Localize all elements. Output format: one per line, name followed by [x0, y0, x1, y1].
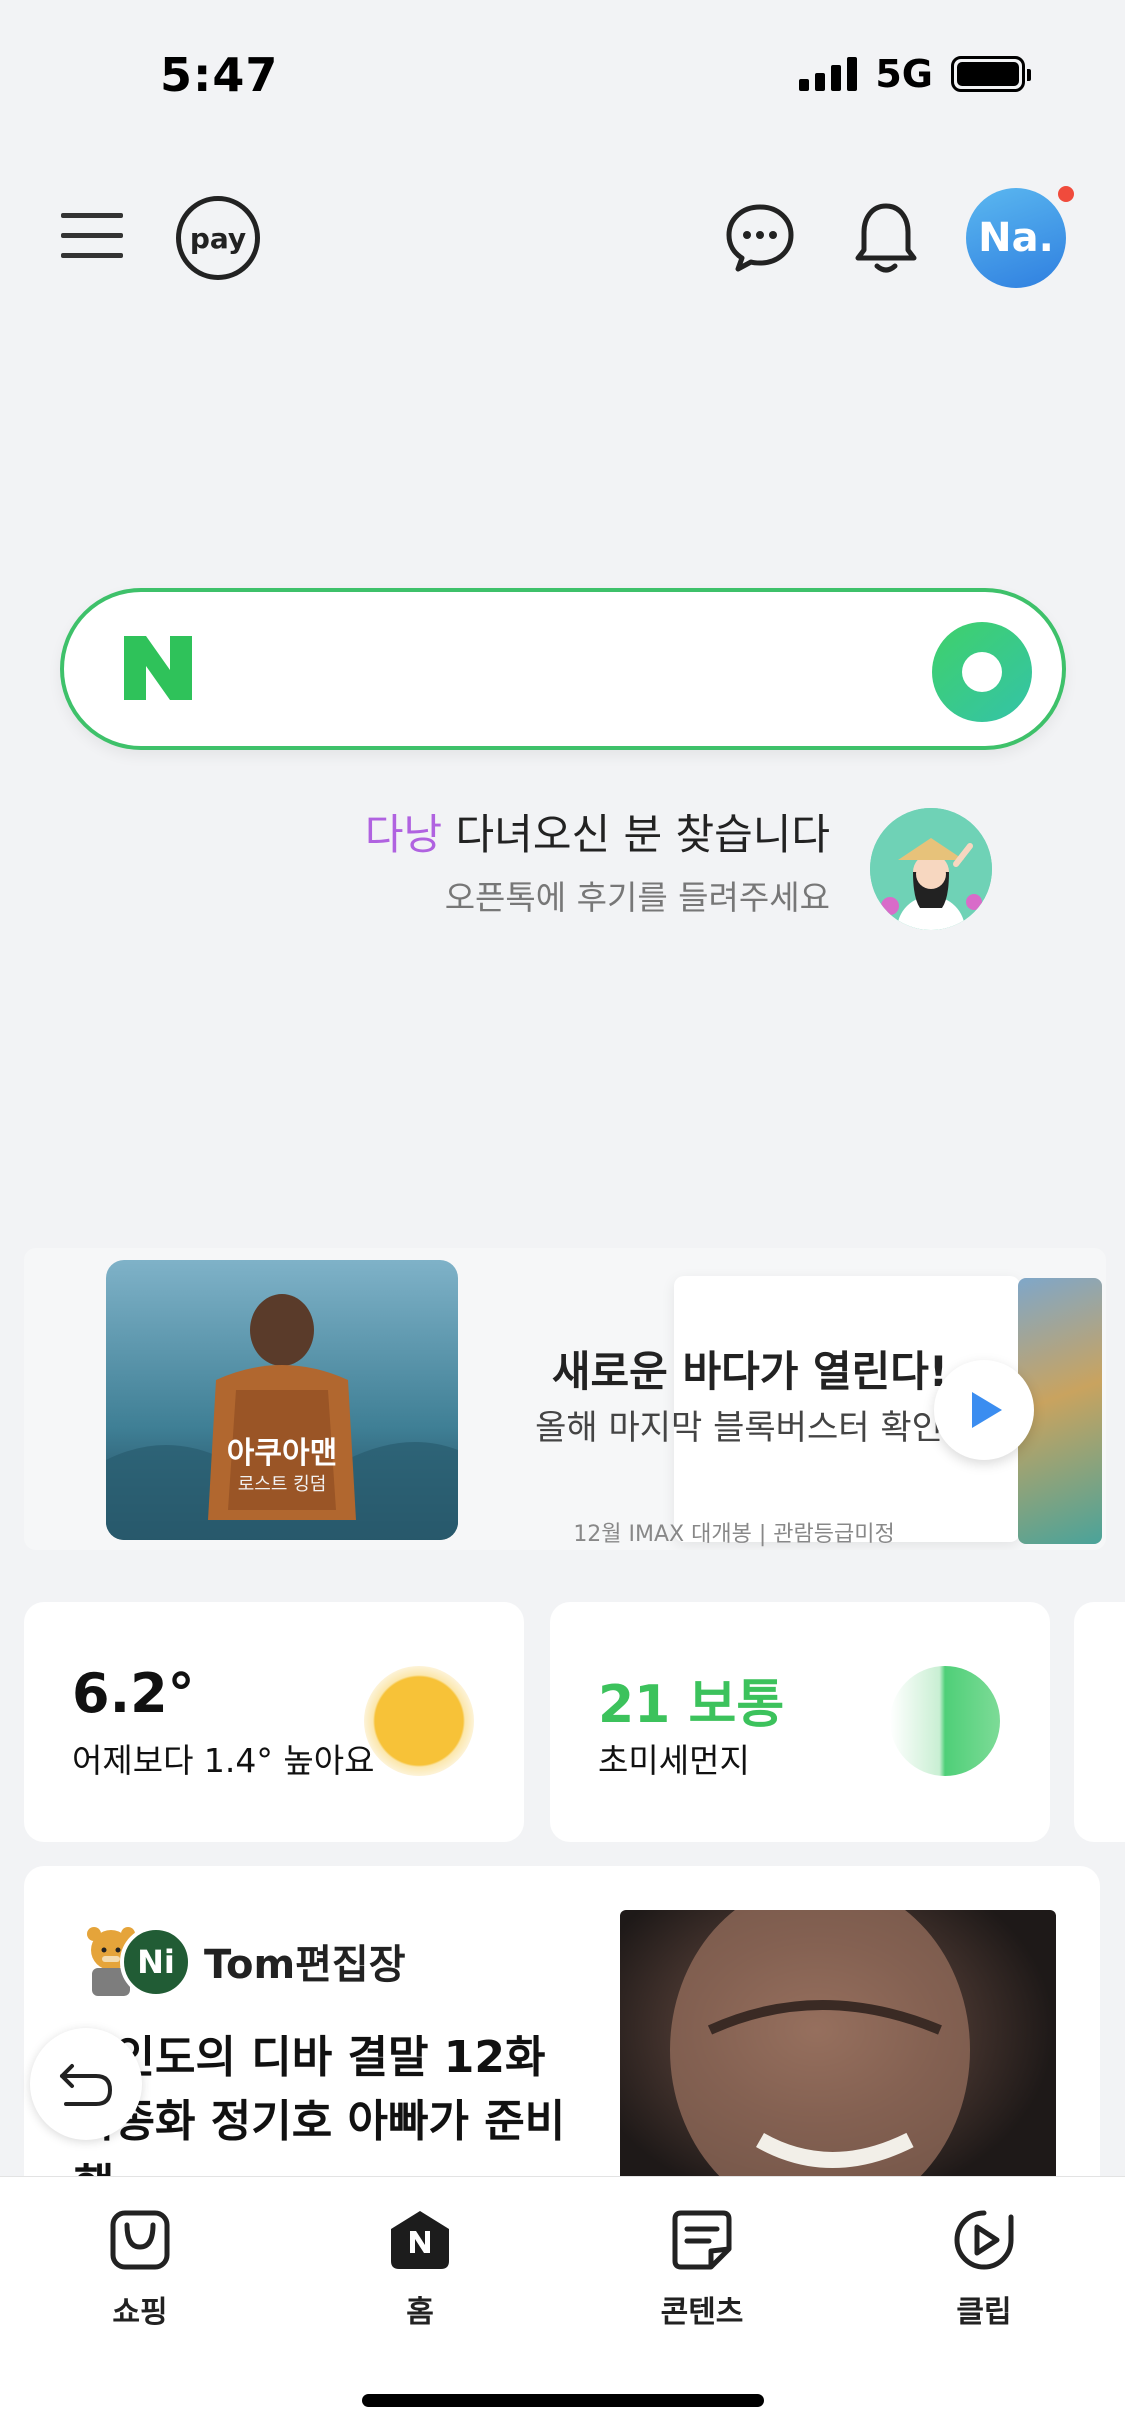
fine-dust-card[interactable]: 21 보통 초미세먼지 — [550, 1602, 1050, 1842]
chat-icon — [726, 204, 794, 272]
dust-grade: 보통 — [688, 1675, 785, 1735]
promo-subtitle: 오픈톡에 후기를 들려주세요 — [444, 877, 830, 917]
dust-label: 초미세먼지 — [598, 1741, 750, 1780]
next-info-card[interactable] — [1074, 1602, 1125, 1842]
search-input[interactable] — [224, 632, 944, 708]
tab-shopping[interactable]: 쇼핑 — [60, 2207, 220, 2331]
home-icon — [387, 2207, 453, 2273]
naver-logo-icon — [124, 636, 192, 700]
editor-badge: Ni — [120, 1926, 192, 1998]
refresh-icon — [60, 2064, 113, 2106]
sun-icon — [364, 1666, 474, 1776]
notification-dot — [1058, 186, 1074, 202]
network-label: 5G — [875, 52, 933, 96]
poster-image — [106, 1260, 458, 1540]
weather-card[interactable]: 6.2° 어제보다 1.4° 높아요 — [24, 1602, 524, 1842]
tab-label: 콘텐츠 — [660, 2295, 744, 2330]
editor-badge-label: Ni — [137, 1943, 175, 1981]
promo-text[interactable]: 다낭 다녀오신 분 찾습니다 오픈톡에 후기를 들려주세요 — [365, 808, 830, 919]
poster-title: 아쿠아맨 — [226, 1436, 338, 1471]
dust-gauge-icon — [890, 1666, 1000, 1776]
dust-number: 21 — [598, 1675, 671, 1735]
pay-label: pay — [189, 221, 247, 255]
movie-banner[interactable]: 아쿠아맨 로스트 킹덤 새로운 바다가 열린다! 올해 마지막 블록버스터 확인… — [24, 1248, 1106, 1550]
movie-poster: 아쿠아맨 로스트 킹덤 — [106, 1260, 458, 1540]
chat-button[interactable] — [720, 198, 800, 278]
status-indicators: 5G — [799, 52, 1031, 96]
bell-icon — [855, 203, 917, 273]
tab-label: 클립 — [956, 2295, 1012, 2330]
dust-value: 21 보통 — [598, 1662, 784, 1737]
promo-title: 다낭 다녀오신 분 찾습니다 — [365, 808, 830, 863]
promo-highlight: 다낭 — [364, 810, 443, 859]
tab-label: 홈 — [406, 2295, 434, 2330]
play-icon — [972, 1392, 1002, 1428]
signal-icon — [799, 57, 858, 91]
refresh-button[interactable] — [30, 2028, 142, 2140]
tab-label: 쇼핑 — [112, 2295, 168, 2330]
banner-subtitle: 올해 마지막 블록버스터 확인 — [535, 1408, 943, 1448]
green-dot-button[interactable] — [932, 622, 1032, 722]
traveler-illustration — [870, 808, 992, 930]
temperature: 6.2° — [72, 1662, 195, 1725]
poster-subtitle: 로스트 킹덤 — [237, 1474, 327, 1495]
tab-home[interactable]: 홈 — [340, 2207, 500, 2331]
menu-button[interactable] — [56, 200, 128, 272]
promo-title-rest: 다녀오신 분 찾습니다 — [442, 810, 830, 859]
battery-icon — [951, 56, 1031, 92]
news-author: Tom편집장 — [204, 1942, 406, 1988]
banner-play-button[interactable] — [934, 1360, 1034, 1460]
clip-play-icon — [951, 2207, 1017, 2273]
thumbnail-image — [670, 1910, 970, 2210]
pay-button[interactable]: pay — [176, 196, 260, 280]
search-bar[interactable] — [60, 588, 1066, 750]
tab-contents[interactable]: 콘텐츠 — [622, 2207, 782, 2331]
home-indicator[interactable] — [362, 2394, 764, 2407]
green-dot-icon — [962, 652, 1002, 692]
promo-character-image[interactable] — [870, 808, 992, 930]
temperature-description: 어제보다 1.4° 높아요 — [72, 1741, 375, 1780]
menu-icon — [61, 213, 123, 258]
status-time: 5:47 — [160, 48, 279, 102]
banner-title: 새로운 바다가 열린다! — [551, 1347, 949, 1396]
profile-avatar[interactable]: Na. — [966, 188, 1066, 288]
tab-clip[interactable]: 클립 — [904, 2207, 1064, 2331]
news-thumbnail — [620, 1910, 1056, 2210]
shopping-bag-icon — [107, 2207, 173, 2273]
notification-button[interactable] — [846, 196, 926, 280]
banner-meta: 12월 IMAX 대개봉 | 관람등급미정 — [573, 1522, 895, 1547]
content-icon — [669, 2207, 735, 2273]
